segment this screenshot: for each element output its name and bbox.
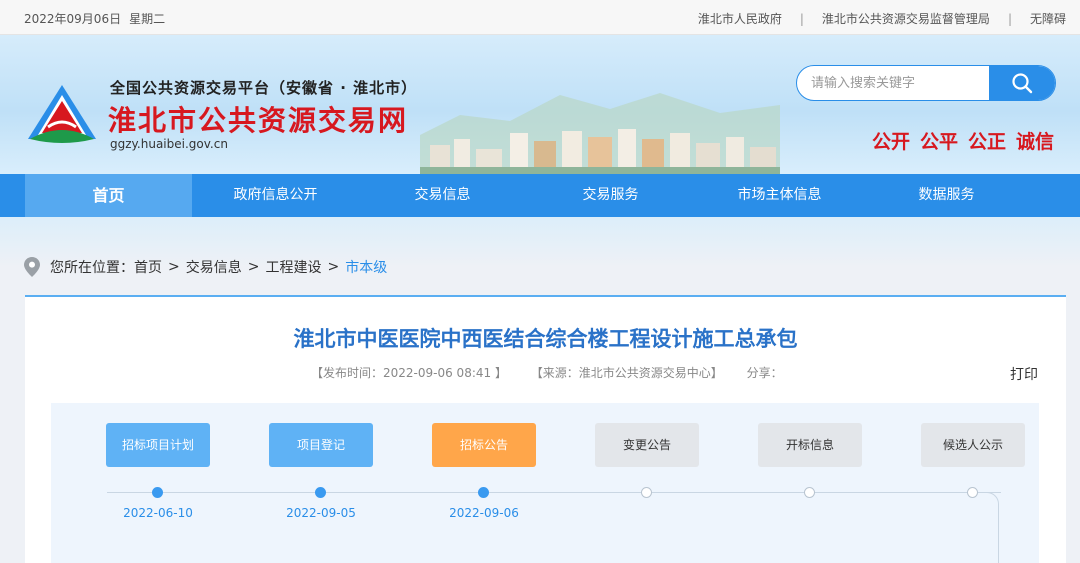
nav-item-market-entity[interactable]: 市场主体信息 <box>696 174 863 217</box>
breadcrumb-trade-info[interactable]: 交易信息 <box>186 257 242 277</box>
process-flow: 招标项目计划 项目登记 招标公告 变更公告 开标信息 候选人公示 2022-06… <box>51 403 1039 563</box>
search-button[interactable] <box>989 66 1055 100</box>
top-links: 淮北市人民政府 | 淮北市公共资源交易监督管理局 | 无障碍 <box>698 10 1066 27</box>
step-bid-announcement[interactable]: 招标公告 <box>432 423 536 467</box>
article-panel: 淮北市中医医院中西医结合综合楼工程设计施工总承包 【发布时间：2022-09-0… <box>25 295 1066 563</box>
search-box <box>796 65 1056 101</box>
location-pin-icon <box>24 257 40 277</box>
slogan-item: 公开 <box>871 131 910 153</box>
step-project-registration[interactable]: 项目登记 <box>269 423 373 467</box>
step-date: 2022-06-10 <box>123 506 193 520</box>
date-text: 2022年09月06日 <box>24 12 122 26</box>
breadcrumb-arrow: > <box>327 259 340 275</box>
timeline-dot <box>152 487 163 498</box>
platform-subtitle: 全国公共资源交易平台（安徽省 · 淮北市） <box>110 79 418 97</box>
breadcrumb-prefix: 您所在位置： <box>50 260 134 276</box>
step-date: 2022-09-06 <box>449 506 519 520</box>
link-city-government[interactable]: 淮北市人民政府 <box>698 10 782 27</box>
nav-item-home[interactable]: 首页 <box>25 174 192 217</box>
step-candidate-publicity[interactable]: 候选人公示 <box>921 423 1025 467</box>
link-supervision-bureau[interactable]: 淮北市公共资源交易监督管理局 <box>822 10 990 27</box>
article-meta: 【发布时间：2022-09-06 08:41 】 【来源：淮北市公共资源交易中心… <box>311 364 803 381</box>
timeline-curve <box>945 492 999 563</box>
timeline-dot <box>641 487 652 498</box>
site-url: ggzy.huaibei.gov.cn <box>110 137 228 151</box>
nav-item-gov-info[interactable]: 政府信息公开 <box>192 174 359 217</box>
breadcrumb-home[interactable]: 首页 <box>134 257 162 277</box>
breadcrumb-arrow: > <box>168 259 180 275</box>
step-change-announcement[interactable]: 变更公告 <box>595 423 699 467</box>
weekday-text: 星期二 <box>129 12 166 26</box>
article-title: 淮北市中医医院中西医结合综合楼工程设计施工总承包 <box>293 327 798 351</box>
step-bid-opening[interactable]: 开标信息 <box>758 423 862 467</box>
nav-item-trade-service[interactable]: 交易服务 <box>527 174 694 217</box>
header-banner: 全国公共资源交易平台（安徽省 · 淮北市） 淮北市公共资源交易网 ggzy.hu… <box>0 35 1080 174</box>
search-input[interactable] <box>797 66 991 100</box>
main-nav: 首页 政府信息公开 交易信息 交易服务 市场主体信息 数据服务 <box>0 174 1080 217</box>
print-button[interactable]: 打印 <box>1010 364 1038 384</box>
publish-time: 【发布时间：2022-09-06 08:41 】 <box>311 366 507 380</box>
breadcrumb-arrow: > <box>247 259 260 275</box>
separator: | <box>1007 11 1012 26</box>
breadcrumb-city-level[interactable]: 市本级 <box>345 257 387 277</box>
search-icon <box>1012 73 1033 94</box>
timeline-dot <box>967 487 978 498</box>
current-date: 2022年09月06日 星期二 <box>24 10 165 27</box>
site-logo <box>28 85 96 143</box>
breadcrumb: 您所在位置： 首页 > 交易信息 > 工程建设 > 市本级 <box>24 257 387 277</box>
slogan-item: 公平 <box>919 131 958 153</box>
city-skyline-image <box>420 93 780 174</box>
slogan-item: 诚信 <box>1015 131 1054 153</box>
share-label: 分享： <box>746 366 783 380</box>
article-source: 【来源：淮北市公共资源交易中心】 <box>530 366 723 380</box>
timeline-line <box>107 492 1001 493</box>
step-bid-plan[interactable]: 招标项目计划 <box>106 423 210 467</box>
breadcrumb-engineering[interactable]: 工程建设 <box>265 257 321 277</box>
slogan-item: 公正 <box>967 131 1006 153</box>
separator: | <box>799 11 804 26</box>
nav-item-data-service[interactable]: 数据服务 <box>863 174 1030 217</box>
nav-item-trade-info[interactable]: 交易信息 <box>359 174 526 217</box>
timeline-dot <box>315 487 326 498</box>
step-date: 2022-09-05 <box>286 506 356 520</box>
link-accessibility[interactable]: 无障碍 <box>1030 10 1066 27</box>
site-title: 淮北市公共资源交易网 <box>108 104 409 137</box>
slogan: 公开 公平 公正 诚信 <box>872 127 1054 154</box>
top-bar: 2022年09月06日 星期二 淮北市人民政府 | 淮北市公共资源交易监督管理局 … <box>0 0 1080 35</box>
timeline-dot <box>804 487 815 498</box>
timeline-dot <box>478 487 489 498</box>
